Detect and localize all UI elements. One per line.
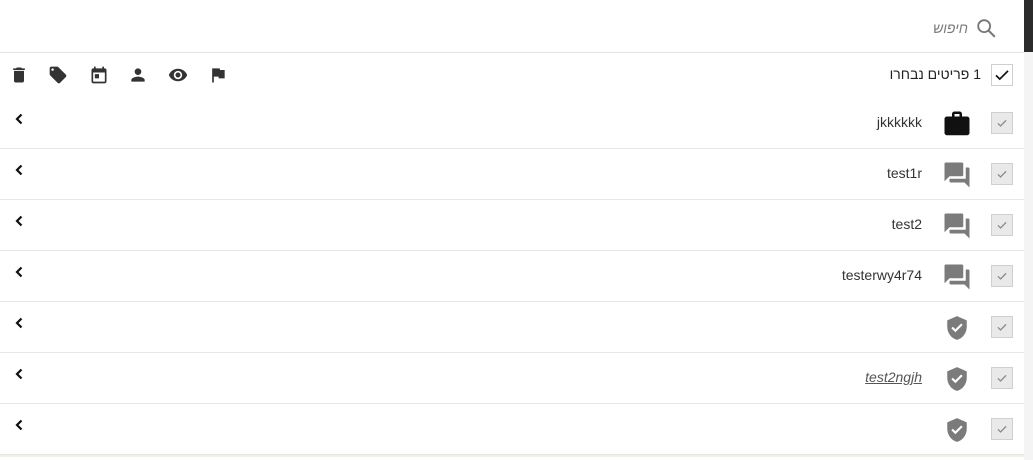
select-all-checkbox[interactable] <box>991 64 1013 86</box>
chevron-left-icon[interactable] <box>12 316 26 330</box>
list-item[interactable]: jkkkkkk <box>0 98 1024 149</box>
chat-bubbles-icon <box>942 160 972 190</box>
item-checkbox[interactable] <box>991 265 1013 287</box>
bottom-divider <box>0 455 1024 457</box>
item-checkbox[interactable] <box>991 163 1013 185</box>
trash-icon[interactable] <box>8 64 30 86</box>
eye-icon[interactable] <box>167 64 189 86</box>
item-checkbox[interactable] <box>991 214 1013 236</box>
list-item[interactable]: test2 <box>0 200 1024 251</box>
chevron-left-icon[interactable] <box>12 265 26 279</box>
item-title: test1r <box>886 165 922 181</box>
chevron-left-icon[interactable] <box>12 418 26 432</box>
shield-check-icon <box>942 415 972 445</box>
chat-bubbles-icon <box>942 211 972 241</box>
item-title[interactable]: test2ngjh <box>865 369 922 385</box>
chevron-left-icon[interactable] <box>12 214 26 228</box>
shield-check-icon <box>942 313 972 343</box>
list-item[interactable]: test1r <box>0 149 1024 200</box>
item-title: jkkkkkk <box>876 114 922 130</box>
item-title: test2 <box>891 216 922 232</box>
list-item[interactable] <box>0 404 1024 455</box>
briefcase-icon <box>942 109 972 139</box>
search-bar <box>0 0 1024 53</box>
scrollbar-thumb[interactable] <box>1024 0 1033 52</box>
list-item[interactable]: testerwy4r74 <box>0 251 1024 302</box>
chevron-left-icon[interactable] <box>12 367 26 381</box>
item-checkbox[interactable] <box>991 112 1013 134</box>
list-item[interactable]: test2ngjh <box>0 353 1024 404</box>
item-checkbox[interactable] <box>991 418 1013 440</box>
list-item[interactable] <box>0 302 1024 353</box>
chevron-left-icon[interactable] <box>12 163 26 177</box>
search-input[interactable] <box>760 14 968 42</box>
flag-icon[interactable] <box>207 64 229 86</box>
bulk-action-toolbar <box>0 53 1024 98</box>
item-title: testerwy4r74 <box>841 267 922 283</box>
shield-check-icon <box>942 364 972 394</box>
items-list: jkkkkkk test1r test2 testerwy4r74 test2ngjh <box>0 98 1024 455</box>
person-icon[interactable] <box>127 64 149 86</box>
scrollbar-track[interactable] <box>1024 0 1033 460</box>
search-icon[interactable] <box>975 17 997 39</box>
chat-bubbles-icon <box>942 262 972 292</box>
calendar-icon[interactable] <box>88 64 110 86</box>
chevron-left-icon[interactable] <box>12 112 26 126</box>
selected-count-label: 1 פריטים נבחרו <box>889 66 981 82</box>
item-checkbox[interactable] <box>991 367 1013 389</box>
tag-icon[interactable] <box>47 64 69 86</box>
item-checkbox[interactable] <box>991 316 1013 338</box>
checkmark-icon <box>995 70 1009 81</box>
